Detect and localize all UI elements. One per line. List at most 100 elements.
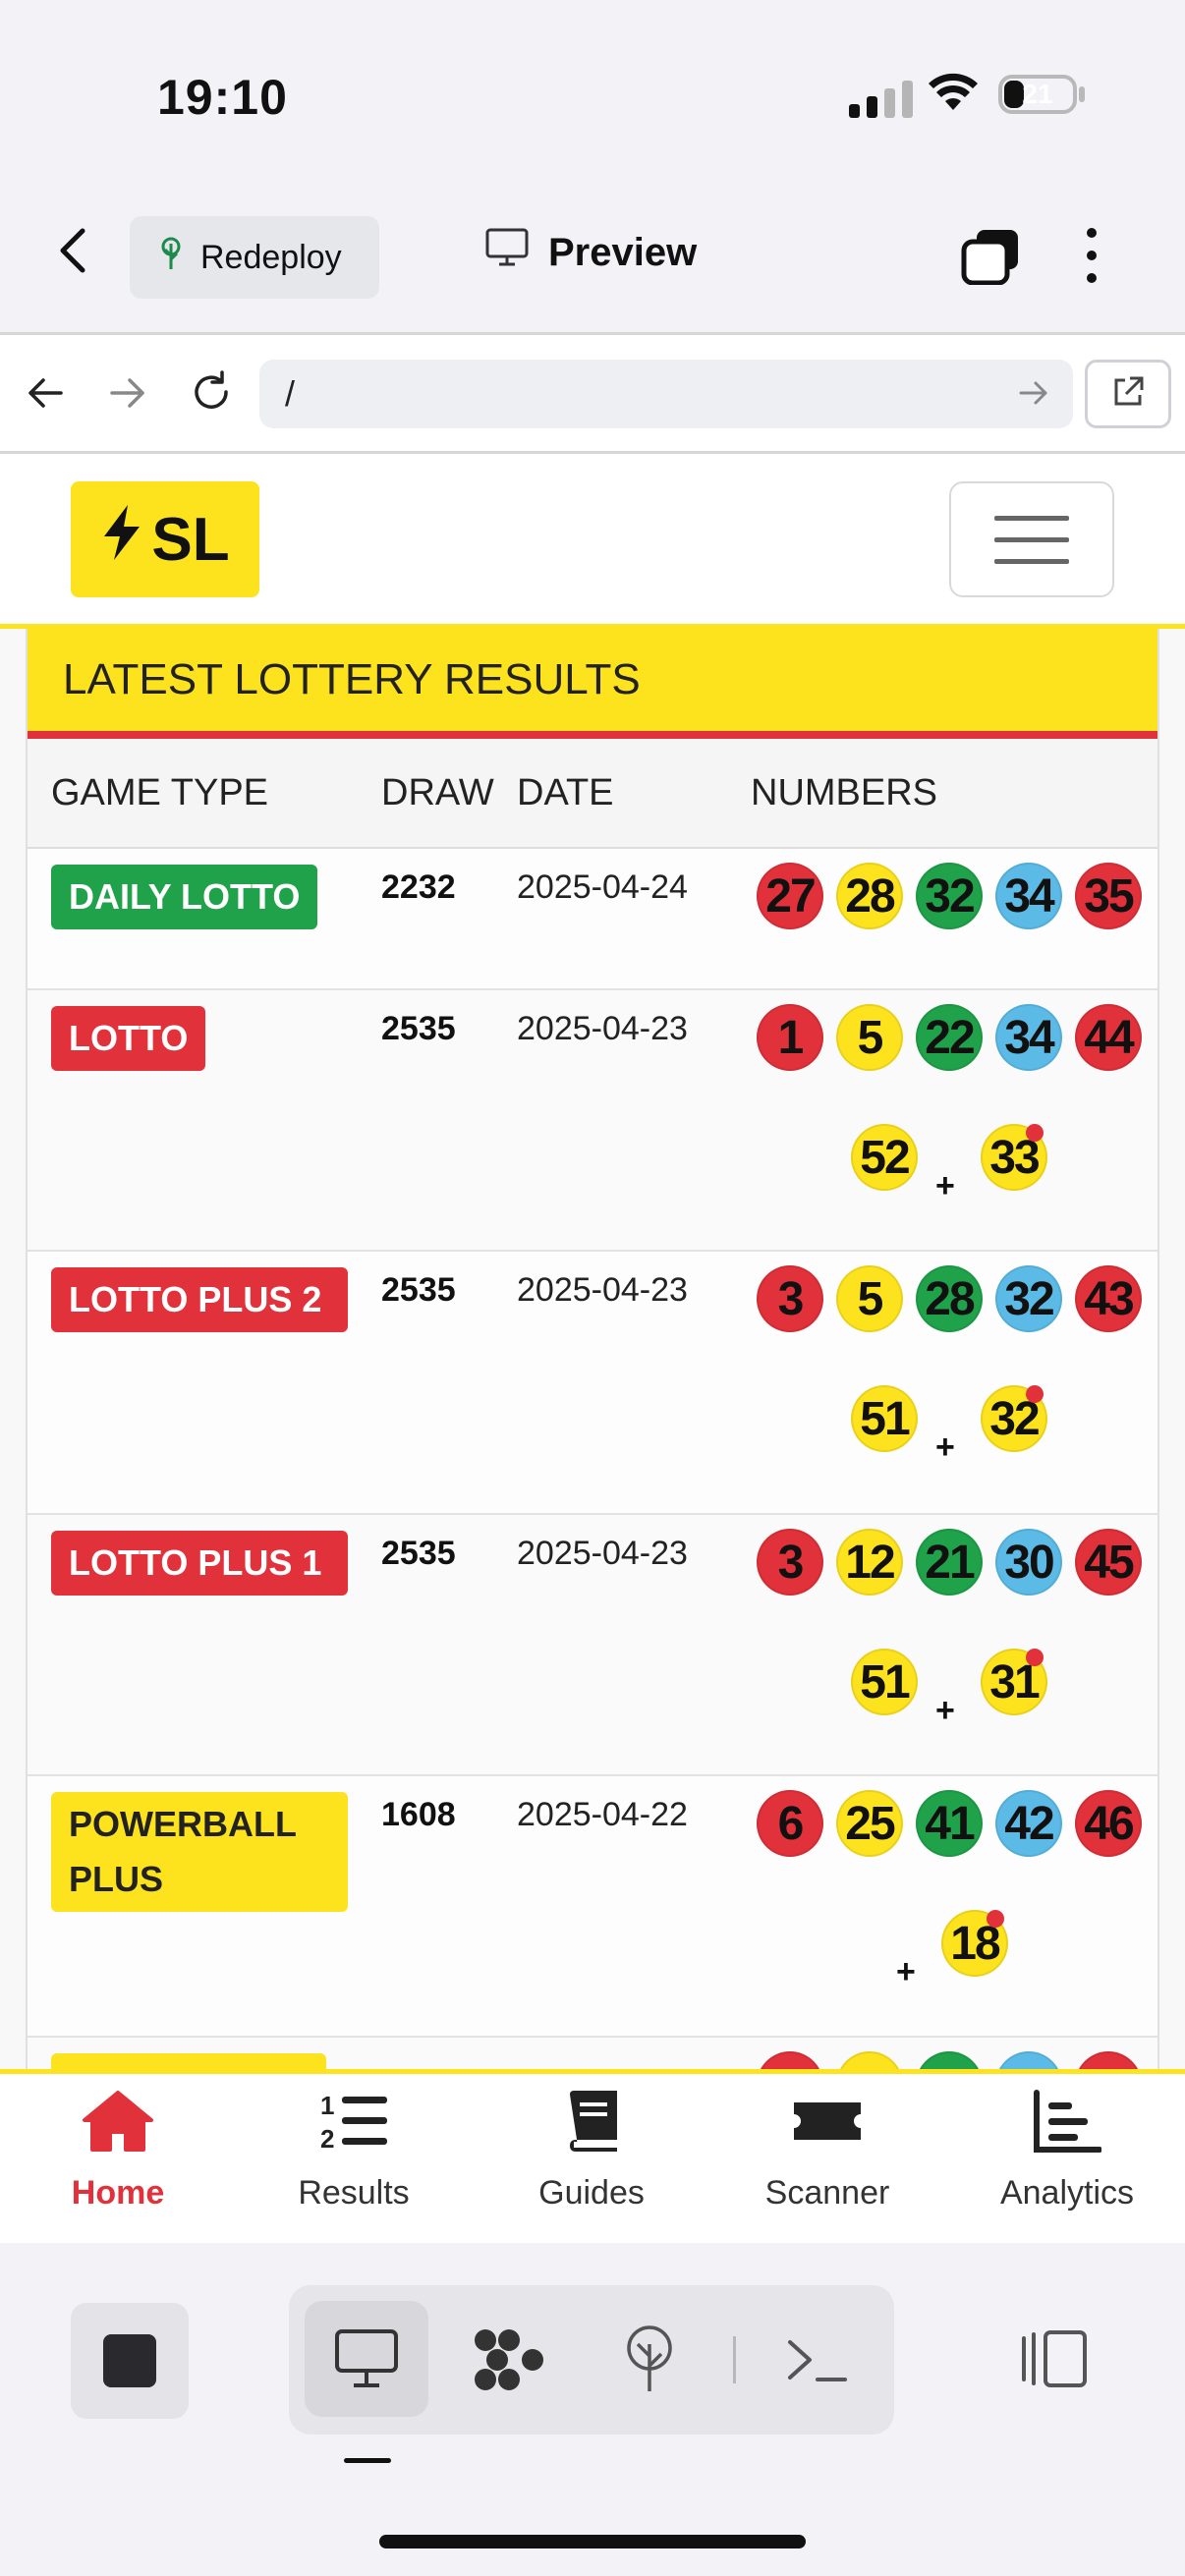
preview-tab[interactable]: Preview bbox=[485, 228, 697, 277]
number-ball: 12 bbox=[836, 1529, 903, 1596]
bonus-ball: 31 bbox=[981, 1649, 1047, 1715]
game-badge: LOTTO PLUS 2 bbox=[51, 1267, 348, 1332]
url-go-arrow-icon[interactable] bbox=[1018, 377, 1049, 414]
table-row[interactable]: POWERBALL PLUS 1608 2025-04-22 6 25 41 4… bbox=[28, 1776, 1157, 2038]
number-ball: 46 bbox=[1075, 1790, 1142, 1857]
external-link-icon bbox=[1110, 374, 1146, 415]
nav-guides[interactable]: Guides bbox=[493, 2089, 690, 2212]
table-row[interactable]: LOTTO 2535 2025-04-23 1 5 22 34 44 52 + … bbox=[28, 990, 1157, 1252]
tabs-icon[interactable] bbox=[961, 228, 1022, 290]
draw-number: 2535 bbox=[381, 1010, 456, 1047]
redeploy-button[interactable]: Redeploy bbox=[130, 216, 379, 299]
numbered-list-icon: 12 bbox=[318, 2089, 389, 2162]
number-ball: 25 bbox=[836, 1790, 903, 1857]
bonus-ball: 33 bbox=[981, 1124, 1047, 1191]
bonus-dot bbox=[1026, 1649, 1044, 1666]
ticket-icon bbox=[788, 2089, 867, 2162]
number-ball bbox=[836, 2051, 903, 2069]
battery-level: 21 bbox=[1022, 79, 1053, 109]
number-ball: 51 bbox=[851, 1649, 918, 1715]
svg-text:1: 1 bbox=[320, 2091, 334, 2120]
more-options-icon[interactable] bbox=[1087, 228, 1097, 283]
number-ball: 35 bbox=[1075, 863, 1142, 929]
table-row[interactable] bbox=[28, 2038, 1157, 2069]
site-logo[interactable]: SL bbox=[71, 481, 259, 597]
svg-text:2: 2 bbox=[320, 2124, 334, 2154]
nav-forward-icon[interactable] bbox=[108, 373, 147, 418]
stop-button[interactable] bbox=[71, 2303, 189, 2419]
number-ball: 44 bbox=[1075, 1004, 1142, 1071]
nav-home[interactable]: Home bbox=[20, 2089, 216, 2212]
home-icon bbox=[81, 2089, 155, 2162]
number-ball: 32 bbox=[995, 1265, 1062, 1332]
deploy-icon[interactable] bbox=[619, 2324, 680, 2398]
nav-results[interactable]: 12 Results bbox=[255, 2089, 452, 2212]
number-ball: 51 bbox=[851, 1385, 918, 1452]
nav-analytics-label: Analytics bbox=[999, 2174, 1135, 2212]
nav-analytics[interactable]: Analytics bbox=[969, 2089, 1165, 2212]
draw-number: 2232 bbox=[381, 868, 456, 906]
open-external-button[interactable] bbox=[1085, 360, 1171, 428]
bonus-ball: 18 bbox=[941, 1910, 1008, 1977]
draw-number: 2535 bbox=[381, 1271, 456, 1309]
home-indicator bbox=[379, 2535, 806, 2548]
number-ball: 30 bbox=[995, 1529, 1062, 1596]
number-ball: 28 bbox=[836, 863, 903, 929]
reload-icon[interactable] bbox=[189, 369, 234, 420]
number-ball: 42 bbox=[995, 1790, 1062, 1857]
menu-toggle-button[interactable] bbox=[949, 481, 1114, 597]
stop-icon bbox=[103, 2334, 156, 2387]
bonus-dot bbox=[987, 1910, 1004, 1928]
results-card: LATEST LOTTERY RESULTS GAME TYPE DRAW DA… bbox=[26, 629, 1159, 2069]
game-badge bbox=[51, 2053, 326, 2069]
number-ball bbox=[757, 2051, 823, 2069]
draw-date: 2025-04-22 bbox=[517, 1796, 688, 1833]
lightning-bolt-icon bbox=[100, 503, 143, 577]
battery-icon: 21 bbox=[998, 75, 1077, 114]
redeploy-label: Redeploy bbox=[200, 238, 342, 276]
number-ball bbox=[916, 2051, 983, 2069]
number-ball: 21 bbox=[916, 1529, 983, 1596]
battery-cap bbox=[1079, 86, 1085, 102]
number-ball: 6 bbox=[757, 1790, 823, 1857]
col-date: DATE bbox=[517, 772, 614, 813]
bonus-dot bbox=[1026, 1385, 1044, 1403]
game-badge: LOTTO bbox=[51, 1006, 206, 1071]
chart-bars-icon bbox=[1033, 2089, 1102, 2162]
number-ball: 22 bbox=[916, 1004, 983, 1071]
number-ball: 45 bbox=[1075, 1529, 1142, 1596]
number-ball bbox=[1075, 2051, 1142, 2069]
plus-sign: + bbox=[935, 1167, 955, 1204]
number-ball: 43 bbox=[1075, 1265, 1142, 1332]
workflow-icon[interactable] bbox=[472, 2326, 546, 2398]
draw-date: 2025-04-23 bbox=[517, 1271, 688, 1309]
number-ball: 28 bbox=[916, 1265, 983, 1332]
panel-layout-icon[interactable] bbox=[1018, 2328, 1089, 2394]
draw-date: 2025-04-23 bbox=[517, 1010, 688, 1047]
back-chevron-icon[interactable] bbox=[59, 228, 86, 278]
bonus-dot bbox=[1026, 1124, 1044, 1142]
plus-sign: + bbox=[935, 1692, 955, 1729]
game-badge: DAILY LOTTO bbox=[51, 865, 318, 929]
plus-sign: + bbox=[935, 1428, 955, 1466]
draw-date: 2025-04-23 bbox=[517, 1535, 688, 1572]
nav-back-icon[interactable] bbox=[26, 373, 65, 418]
nav-home-label: Home bbox=[71, 2174, 165, 2212]
table-row[interactable]: DAILY LOTTO 2232 2025-04-24 27 28 32 34 … bbox=[28, 849, 1157, 990]
bonus-ball: 32 bbox=[981, 1385, 1047, 1452]
table-row[interactable]: LOTTO PLUS 2 2535 2025-04-23 3 5 28 32 4… bbox=[28, 1252, 1157, 1515]
number-ball: 34 bbox=[995, 1004, 1062, 1071]
active-tool-indicator bbox=[344, 2458, 391, 2463]
nav-scanner-label: Scanner bbox=[764, 2174, 890, 2212]
draw-number: 2535 bbox=[381, 1535, 456, 1572]
col-draw: DRAW bbox=[381, 772, 494, 813]
col-game-type: GAME TYPE bbox=[51, 772, 269, 813]
draw-number: 1608 bbox=[381, 1796, 456, 1833]
nav-scanner[interactable]: Scanner bbox=[729, 2089, 926, 2212]
book-icon bbox=[562, 2089, 621, 2162]
url-input[interactable]: / bbox=[259, 360, 1073, 428]
wifi-icon bbox=[928, 69, 979, 117]
number-ball: 3 bbox=[757, 1265, 823, 1332]
terminal-icon[interactable] bbox=[786, 2336, 849, 2390]
table-row[interactable]: LOTTO PLUS 1 2535 2025-04-23 3 12 21 30 … bbox=[28, 1515, 1157, 1776]
